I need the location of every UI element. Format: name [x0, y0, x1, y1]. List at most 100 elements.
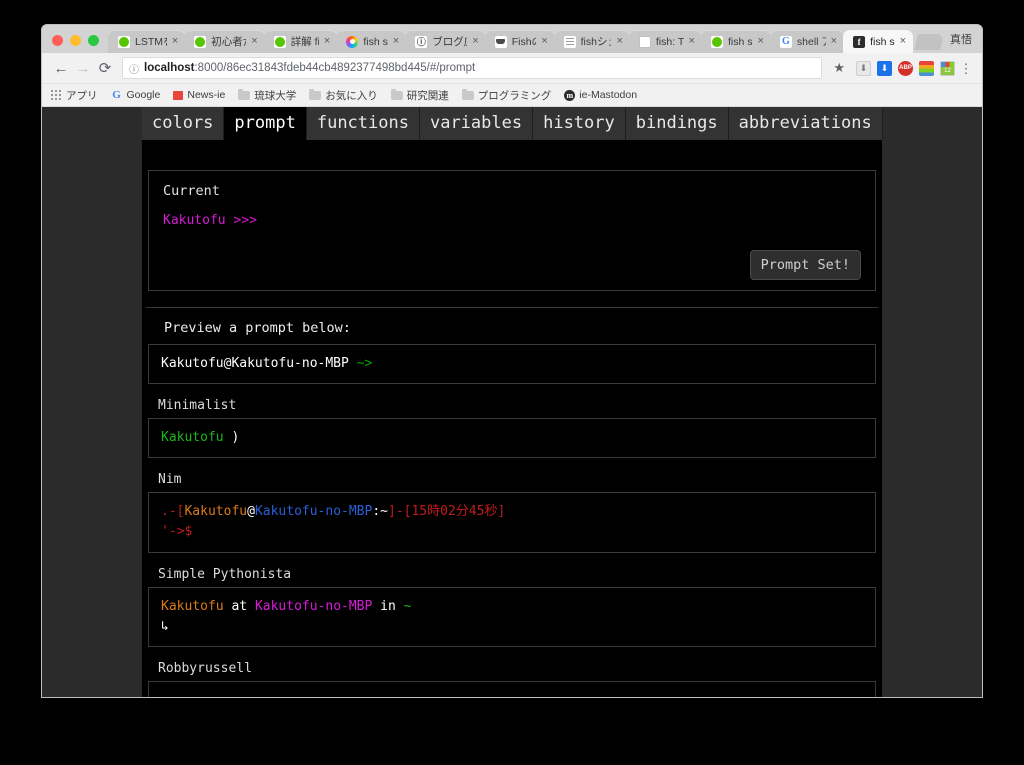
- color-bars-icon[interactable]: [919, 60, 934, 76]
- browser-tab[interactable]: 初心者か ×: [184, 30, 265, 53]
- page-tab-functions[interactable]: functions: [306, 107, 420, 140]
- zoom-window-button[interactable]: [88, 35, 99, 46]
- prompt-sample-preview[interactable]: Kakutofu@Kakutofu-no-MBP ~>: [148, 344, 876, 385]
- tab-close-icon[interactable]: ×: [251, 36, 257, 47]
- address-bar[interactable]: ⓘ localhost :8000/86ec31843fdeb44cb48923…: [122, 57, 823, 79]
- site-info-icon[interactable]: ⓘ: [129, 61, 139, 76]
- qiita-icon: [118, 35, 130, 48]
- browser-tab-title: 初心者か: [211, 36, 246, 48]
- info-icon: ⓘ: [415, 35, 428, 48]
- google-icon: G: [112, 89, 121, 101]
- prompt-segment: in: [372, 598, 404, 614]
- bookmark-item[interactable]: m ie-Mastodon: [564, 89, 637, 101]
- bookmark-item[interactable]: 研究関連: [390, 88, 449, 103]
- prompt-segment: Kakutofu-no-MBP: [254, 598, 373, 614]
- browser-tab[interactable]: fish sh ×: [700, 30, 771, 53]
- browser-tab[interactable]: 詳解 fis ×: [263, 30, 338, 53]
- bookmark-item[interactable]: G Google: [111, 89, 160, 101]
- download-blue-icon[interactable]: ⬇: [877, 60, 892, 76]
- tab-close-icon[interactable]: ×: [472, 36, 478, 47]
- tab-close-icon[interactable]: ×: [541, 36, 547, 47]
- bookmark-item[interactable]: お気に入り: [309, 88, 378, 103]
- tab-close-icon[interactable]: ×: [393, 36, 399, 47]
- browser-tab-title: fish: Tu: [655, 35, 684, 48]
- qiita-icon: [710, 35, 723, 48]
- prompt-samples-list: Kakutofu@Kakutofu-no-MBP ~> Minimalist Kak…: [146, 344, 878, 697]
- prompt-segment: Kakutofu: [161, 598, 224, 614]
- bookmark-item[interactable]: News-ie: [173, 89, 225, 101]
- google-icon: G: [779, 35, 792, 48]
- bookmark-item[interactable]: 琉球大学: [238, 88, 296, 103]
- page-body: Current Kakutofu >>> Prompt Set! Preview…: [142, 170, 882, 697]
- browser-tab[interactable]: fishシェ ×: [553, 30, 630, 53]
- bookmarks-bar: アプリ G Google News-ie 琉球大学 お気に入り 研究関連 プログラミング m ie…: [42, 84, 982, 107]
- bookmark-item[interactable]: プログラミング: [461, 88, 551, 103]
- prompt-segment: [169, 693, 185, 697]
- page-tab-bindings[interactable]: bindings: [625, 107, 729, 140]
- minimize-window-button[interactable]: [70, 35, 81, 46]
- browser-tab-title: fish sh: [727, 35, 753, 48]
- browser-tab-title: shell ア: [796, 36, 826, 48]
- prompt-segment: :~: [372, 504, 388, 520]
- browser-toolbar: ← → ⟳ ⓘ localhost :8000/86ec31843fdeb44c…: [42, 53, 982, 84]
- page-tab-history[interactable]: history: [533, 107, 626, 140]
- prompt-segment: Kakutofu@Kakutofu-no-MBP: [161, 356, 357, 371]
- tab-close-icon[interactable]: ×: [616, 36, 622, 47]
- calendar-icon[interactable]: 12: [940, 60, 955, 76]
- document-icon: [638, 35, 651, 48]
- browser-tab[interactable]: fish sh ×: [336, 30, 407, 53]
- prompt-segment: '->$: [161, 524, 193, 540]
- tab-close-icon[interactable]: ×: [172, 36, 178, 47]
- tab-close-icon[interactable]: ×: [324, 36, 330, 47]
- tab-close-icon[interactable]: ×: [689, 36, 695, 47]
- lines-icon: [563, 35, 576, 48]
- prompt-sample-preview[interactable]: Kakutofu ): [148, 418, 876, 459]
- bookmark-star-icon[interactable]: ★: [833, 60, 845, 76]
- page-tab-variables[interactable]: variables: [419, 107, 534, 140]
- back-button[interactable]: ←: [50, 60, 72, 77]
- browser-tab-title: ブログ庄: [432, 36, 467, 48]
- page-tab-colors[interactable]: colors: [142, 107, 225, 140]
- tab-close-icon[interactable]: ×: [900, 36, 906, 47]
- adblock-icon[interactable]: ABP: [898, 60, 913, 76]
- color-ring-icon: [346, 35, 359, 48]
- page-tab-prompt[interactable]: prompt: [224, 107, 307, 140]
- browser-tab-title: Fishの: [511, 36, 537, 48]
- prompt-sample-preview[interactable]: .-[Kakutofu@Kakutofu-no-MBP:~]-[15時02分45…: [148, 492, 876, 553]
- prompt-segment: 15時02分45秒: [411, 504, 498, 520]
- browser-tab[interactable]: LSTMを ×: [108, 30, 186, 53]
- qiita-icon: [194, 35, 207, 48]
- browser-tab[interactable]: ⓘ ブログ庄 ×: [405, 30, 486, 53]
- bookmark-label: アプリ: [66, 89, 98, 102]
- browser-tab[interactable]: Gshell ア ×: [769, 30, 845, 53]
- reload-button[interactable]: ⟳: [94, 59, 116, 77]
- browser-tabs: LSTMを×初心者か×詳解 fis×fish sh×ⓘブログ庄×Fishの×fi…: [108, 30, 914, 53]
- prompt-sample-preview[interactable]: Kakutofu at Kakutofu-no-MBP in ~ ↳: [148, 586, 876, 647]
- browser-tab[interactable]: Fishの ×: [484, 30, 555, 53]
- bookmark-label: 研究関連: [406, 89, 449, 102]
- browser-menu-icon[interactable]: ⋮: [958, 62, 974, 75]
- tab-close-icon[interactable]: ×: [831, 36, 837, 47]
- close-window-button[interactable]: [52, 35, 63, 46]
- qiita-icon: [273, 35, 286, 48]
- prompt-set-button[interactable]: Prompt Set!: [749, 250, 861, 280]
- new-tab-button[interactable]: [914, 34, 944, 50]
- prompt-line: '->$: [161, 522, 863, 542]
- bookmark-item[interactable]: アプリ: [50, 88, 98, 103]
- url-host: localhost: [144, 62, 195, 74]
- mastodon-icon: m: [564, 89, 576, 101]
- f-icon: f: [853, 35, 866, 48]
- forward-button[interactable]: →: [72, 60, 94, 77]
- browser-tab[interactable]: f fish sh ×: [843, 30, 914, 53]
- prompt-segment: ~: [403, 598, 412, 614]
- profile-name[interactable]: 真悟: [942, 31, 982, 53]
- browser-tab-title: fish sh: [870, 35, 895, 48]
- window-controls: [50, 35, 108, 53]
- tab-close-icon[interactable]: ×: [757, 36, 763, 47]
- download-gray-icon[interactable]: ⬇: [856, 60, 871, 76]
- prompt-sample-preview[interactable]: → ~: [148, 680, 876, 697]
- page-tab-abbreviations[interactable]: abbreviations: [728, 107, 883, 140]
- browser-tab[interactable]: fish: Tu ×: [628, 30, 702, 53]
- current-panel-title: Current: [163, 183, 220, 199]
- prompt-segment: Kakutofu: [161, 430, 224, 446]
